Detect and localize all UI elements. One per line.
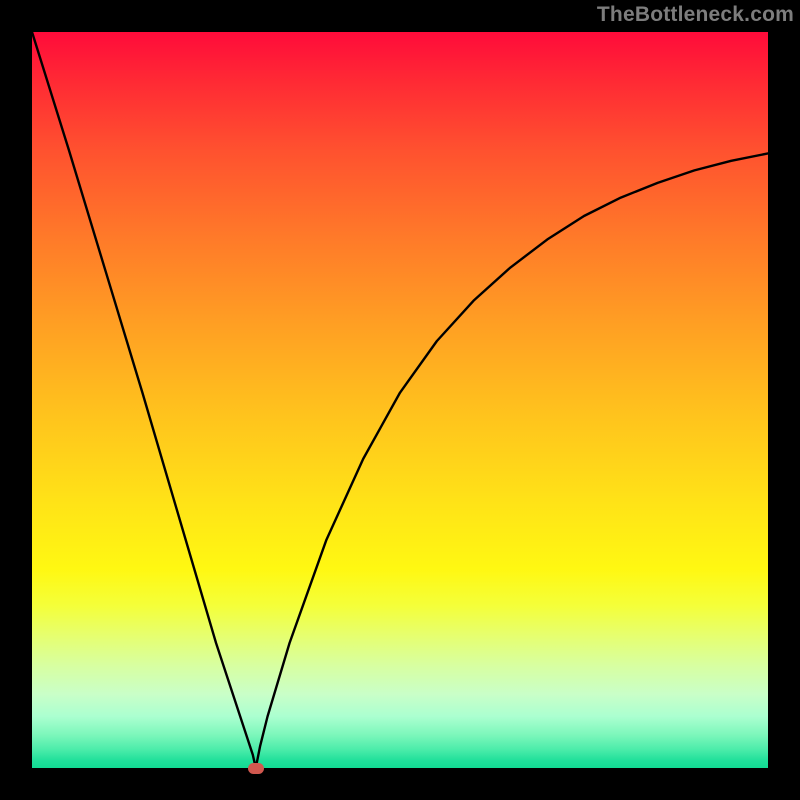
watermark-text: TheBottleneck.com [597,3,794,27]
plot-area [32,32,768,768]
bottleneck-curve [32,32,768,768]
chart-frame: TheBottleneck.com [0,0,800,800]
minimum-marker [248,763,264,774]
curve-path [32,32,768,768]
